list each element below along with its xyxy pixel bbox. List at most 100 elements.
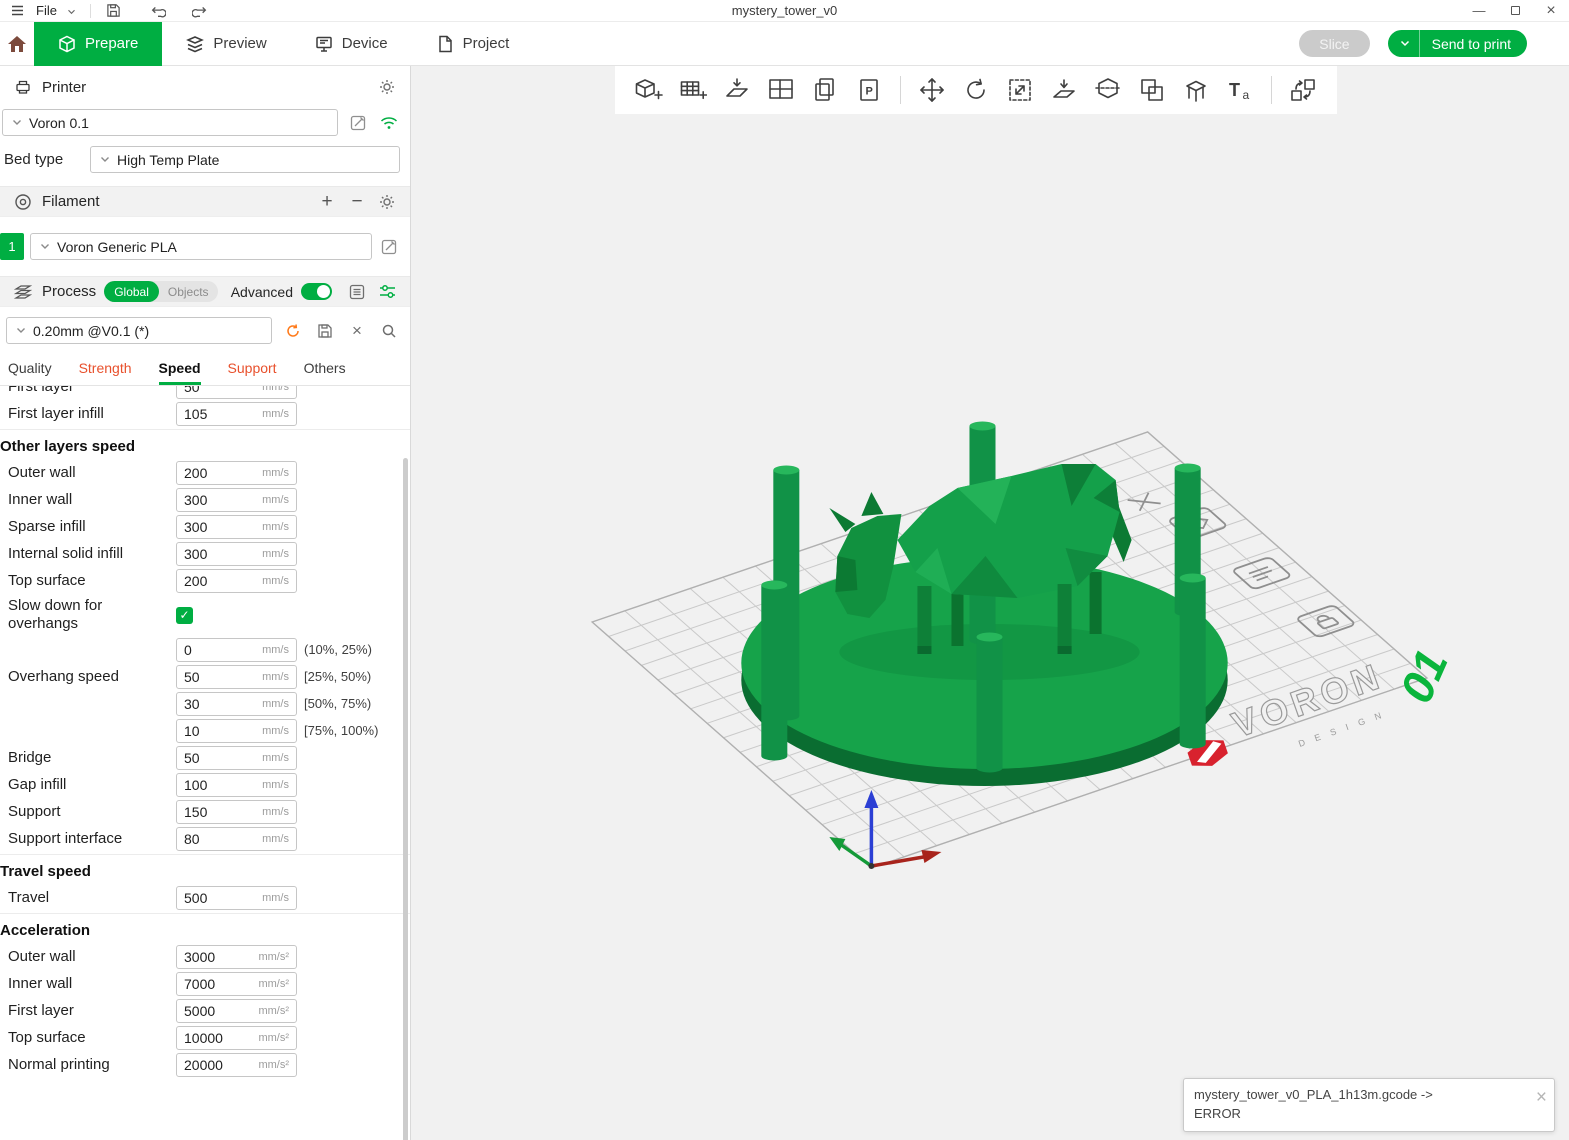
maximize-button[interactable] <box>1497 0 1533 22</box>
tab-preview[interactable]: Preview <box>162 22 290 66</box>
setting-input[interactable]: 50mm/s <box>176 665 297 689</box>
setting-input[interactable]: 30mm/s <box>176 692 297 716</box>
close-button[interactable]: × <box>1533 0 1569 22</box>
settings-row: First layer5000mm/s² <box>0 997 410 1024</box>
lay-on-face-icon[interactable] <box>1047 73 1081 107</box>
send-to-print-button[interactable]: Send to print <box>1388 30 1527 57</box>
wifi-connection-icon[interactable] <box>378 112 400 134</box>
plate-settings-icon[interactable] <box>1232 557 1292 590</box>
setting-input[interactable]: 80mm/s <box>176 827 297 851</box>
process-scope-segment[interactable]: Global Objects <box>104 281 217 302</box>
tab-support[interactable]: Support <box>228 360 277 385</box>
move-icon[interactable] <box>915 73 949 107</box>
add-filament-button[interactable]: + <box>316 191 338 213</box>
setting-range-label: [75%, 100%) <box>304 723 378 738</box>
3d-scene[interactable]: VORON D E S I G N 01 <box>411 66 1569 1140</box>
settings-row: Outer wall3000mm/s² <box>0 943 410 970</box>
plate-delete-icon[interactable] <box>1128 493 1161 511</box>
settings-list: First layer50mm/sFirst layer infill105mm… <box>0 386 410 1083</box>
setting-input[interactable]: 50mm/s <box>176 386 297 399</box>
copy-icon[interactable] <box>808 73 842 107</box>
send-options-caret-icon[interactable] <box>1388 30 1420 57</box>
parameter-list-icon[interactable] <box>346 281 368 303</box>
plate-number: 01 <box>1389 642 1457 710</box>
support-paint-icon[interactable] <box>1179 73 1213 107</box>
setting-input[interactable]: 200mm/s <box>176 569 297 593</box>
minimize-button[interactable]: — <box>1461 0 1497 22</box>
settings-row: 30mm/s[50%, 75%) <box>0 690 410 717</box>
setting-input[interactable]: 105mm/s <box>176 402 297 426</box>
tab-strength[interactable]: Strength <box>79 360 132 385</box>
segment-objects[interactable]: Objects <box>159 285 218 299</box>
assembly-icon[interactable] <box>1286 73 1320 107</box>
remove-filament-button[interactable]: − <box>346 191 368 213</box>
setting-input[interactable]: 20000mm/s² <box>176 1053 297 1077</box>
delete-preset-icon[interactable]: × <box>346 320 368 342</box>
model-mystery-tower[interactable] <box>741 422 1227 787</box>
paste-icon[interactable]: P <box>852 73 886 107</box>
edit-printer-icon[interactable] <box>347 112 369 134</box>
text-icon[interactable]: Ta <box>1223 73 1257 107</box>
hamburger-menu-icon[interactable] <box>8 2 26 20</box>
rotate-icon[interactable] <box>959 73 993 107</box>
file-menu[interactable]: File <box>36 3 57 18</box>
settings-row: Support150mm/s <box>0 798 410 825</box>
setting-input[interactable]: 500mm/s <box>176 886 297 910</box>
setting-label: Slow down for overhangs <box>8 597 176 633</box>
cut-icon[interactable] <box>1091 73 1125 107</box>
add-model-icon[interactable] <box>632 73 666 107</box>
setting-input[interactable]: 200mm/s <box>176 461 297 485</box>
settings-row: Bridge50mm/s <box>0 744 410 771</box>
setting-input[interactable]: 10mm/s <box>176 719 297 743</box>
arrange-icon[interactable] <box>764 73 798 107</box>
save-project-icon[interactable] <box>105 2 123 20</box>
undo-icon[interactable] <box>149 2 167 20</box>
edit-filament-icon[interactable] <box>378 236 400 258</box>
setting-input[interactable]: 100mm/s <box>176 773 297 797</box>
setting-input[interactable]: 300mm/s <box>176 515 297 539</box>
printer-settings-gear-icon[interactable] <box>376 76 398 98</box>
3d-viewport[interactable]: P Ta VORON D E S I G N 01 <box>411 66 1569 1140</box>
settings-row: Gap infill100mm/s <box>0 771 410 798</box>
auto-orient-icon[interactable] <box>720 73 754 107</box>
search-settings-icon[interactable] <box>378 320 400 342</box>
scale-icon[interactable] <box>1003 73 1037 107</box>
printer-select[interactable]: Voron 0.1 <box>2 109 338 136</box>
setting-checkbox[interactable]: ✓ <box>176 607 193 624</box>
reset-preset-icon[interactable] <box>282 320 304 342</box>
redo-icon[interactable] <box>191 2 209 20</box>
slice-button[interactable]: Slice <box>1299 30 1369 57</box>
tab-project[interactable]: Project <box>412 22 534 66</box>
settings-section-header: Other layers speed <box>0 429 410 459</box>
setting-input[interactable]: 150mm/s <box>176 800 297 824</box>
settings-scrollbar[interactable] <box>403 458 408 1140</box>
file-menu-caret-icon[interactable] <box>67 3 76 18</box>
settings-row: Internal solid infill300mm/s <box>0 540 410 567</box>
add-plate-icon[interactable] <box>676 73 710 107</box>
toast-close-icon[interactable]: × <box>1536 1088 1547 1107</box>
setting-input[interactable]: 0mm/s <box>176 638 297 662</box>
setting-input[interactable]: 300mm/s <box>176 542 297 566</box>
advanced-toggle[interactable] <box>301 283 332 300</box>
tab-speed[interactable]: Speed <box>159 360 201 385</box>
filament-slot-badge[interactable]: 1 <box>0 233 24 260</box>
filament-select[interactable]: Voron Generic PLA <box>30 233 372 260</box>
setting-input[interactable]: 50mm/s <box>176 746 297 770</box>
save-preset-icon[interactable] <box>314 320 336 342</box>
tab-quality[interactable]: Quality <box>8 360 52 385</box>
compare-presets-icon[interactable] <box>376 281 398 303</box>
setting-input[interactable]: 7000mm/s² <box>176 972 297 996</box>
tab-others[interactable]: Others <box>304 360 346 385</box>
mesh-boolean-icon[interactable] <box>1135 73 1169 107</box>
home-button[interactable] <box>0 22 34 66</box>
setting-input[interactable]: 300mm/s <box>176 488 297 512</box>
process-preset-select[interactable]: 0.20mm @V0.1 (*) <box>6 317 272 344</box>
tab-prepare[interactable]: Prepare <box>34 22 162 66</box>
setting-input[interactable]: 5000mm/s² <box>176 999 297 1023</box>
segment-global[interactable]: Global <box>104 281 159 302</box>
bed-type-select[interactable]: High Temp Plate <box>90 146 400 173</box>
tab-device[interactable]: Device <box>291 22 412 66</box>
filament-settings-gear-icon[interactable] <box>376 191 398 213</box>
setting-input[interactable]: 10000mm/s² <box>176 1026 297 1050</box>
setting-input[interactable]: 3000mm/s² <box>176 945 297 969</box>
